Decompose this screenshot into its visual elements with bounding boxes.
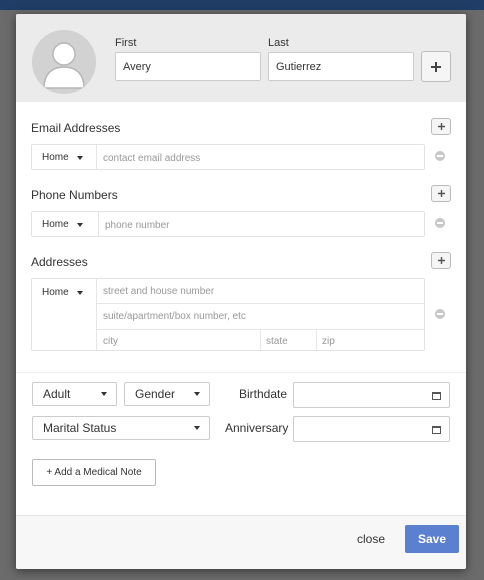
address-type-value: Home [42,287,69,298]
chevron-down-icon [76,155,83,160]
app-top-bar [0,0,484,10]
age-group-value: Adult [43,387,71,401]
add-email-button[interactable] [431,118,451,135]
email-type-select[interactable]: Home [42,152,83,163]
email-input[interactable]: contact email address [103,153,200,164]
row-divider [260,329,261,350]
birthdate-label: Birthdate [239,387,288,401]
add-phone-button[interactable] [431,185,451,202]
first-name-input[interactable] [115,52,261,81]
plus-icon [437,190,445,197]
row-divider [96,145,97,169]
section-divider [16,372,466,373]
remove-phone-icon[interactable] [435,218,445,228]
chevron-down-icon [101,392,107,396]
remove-address-icon[interactable] [435,309,445,319]
anniversary-input[interactable] [293,416,450,442]
add-address-button[interactable] [431,252,451,269]
first-name-label: First [115,37,137,49]
last-name-input[interactable] [268,52,414,81]
phone-row: Home phone number [31,211,425,237]
avatar[interactable] [32,30,96,94]
chevron-down-icon [194,392,200,396]
marital-status-value: Marital Status [43,421,117,435]
city-input[interactable]: city [103,336,118,347]
remove-email-icon[interactable] [435,151,445,161]
person-placeholder-icon [43,42,85,89]
suite-input[interactable]: suite/apartment/box number, etc [103,311,246,322]
zip-input[interactable]: zip [322,336,335,347]
gender-select[interactable]: Gender [124,382,210,406]
phone-type-value: Home [42,219,69,230]
email-section-title: Email Addresses [31,121,121,135]
dialog-footer: close Save [16,516,466,569]
chevron-down-icon [76,290,83,295]
plus-icon [437,123,445,130]
email-type-value: Home [42,152,69,163]
address-row: Home street and house number suite/apart… [31,278,425,351]
person-edit-dialog: First Last Email Addresses Home contact … [16,14,466,569]
address-section-title: Addresses [31,255,88,269]
row-divider [96,279,97,350]
phone-section-title: Phone Numbers [31,188,118,202]
plus-icon [437,257,445,264]
marital-status-select[interactable]: Marital Status [32,416,210,440]
gender-value: Gender [135,387,176,401]
birthdate-input[interactable] [293,382,450,408]
calendar-icon[interactable] [432,426,441,434]
close-button[interactable]: close [357,532,385,546]
chevron-down-icon [194,426,200,430]
email-row: Home contact email address [31,144,425,170]
dialog-header: First Last [16,14,466,102]
plus-icon [431,61,441,72]
calendar-icon[interactable] [432,392,441,400]
row-divider [316,329,317,350]
address-type-select[interactable]: Home [42,287,83,298]
row-divider [98,212,99,236]
last-name-label: Last [268,37,289,49]
add-name-field-button[interactable] [421,51,451,82]
state-input[interactable]: state [266,336,288,347]
chevron-down-icon [76,222,83,227]
phone-type-select[interactable]: Home [42,219,83,230]
street-input[interactable]: street and house number [103,286,214,297]
age-group-select[interactable]: Adult [32,382,117,406]
add-medical-note-button[interactable]: + Add a Medical Note [32,459,156,486]
phone-input[interactable]: phone number [105,220,170,231]
row-divider [97,303,424,304]
save-button[interactable]: Save [405,525,459,553]
anniversary-label: Anniversary [225,421,289,435]
